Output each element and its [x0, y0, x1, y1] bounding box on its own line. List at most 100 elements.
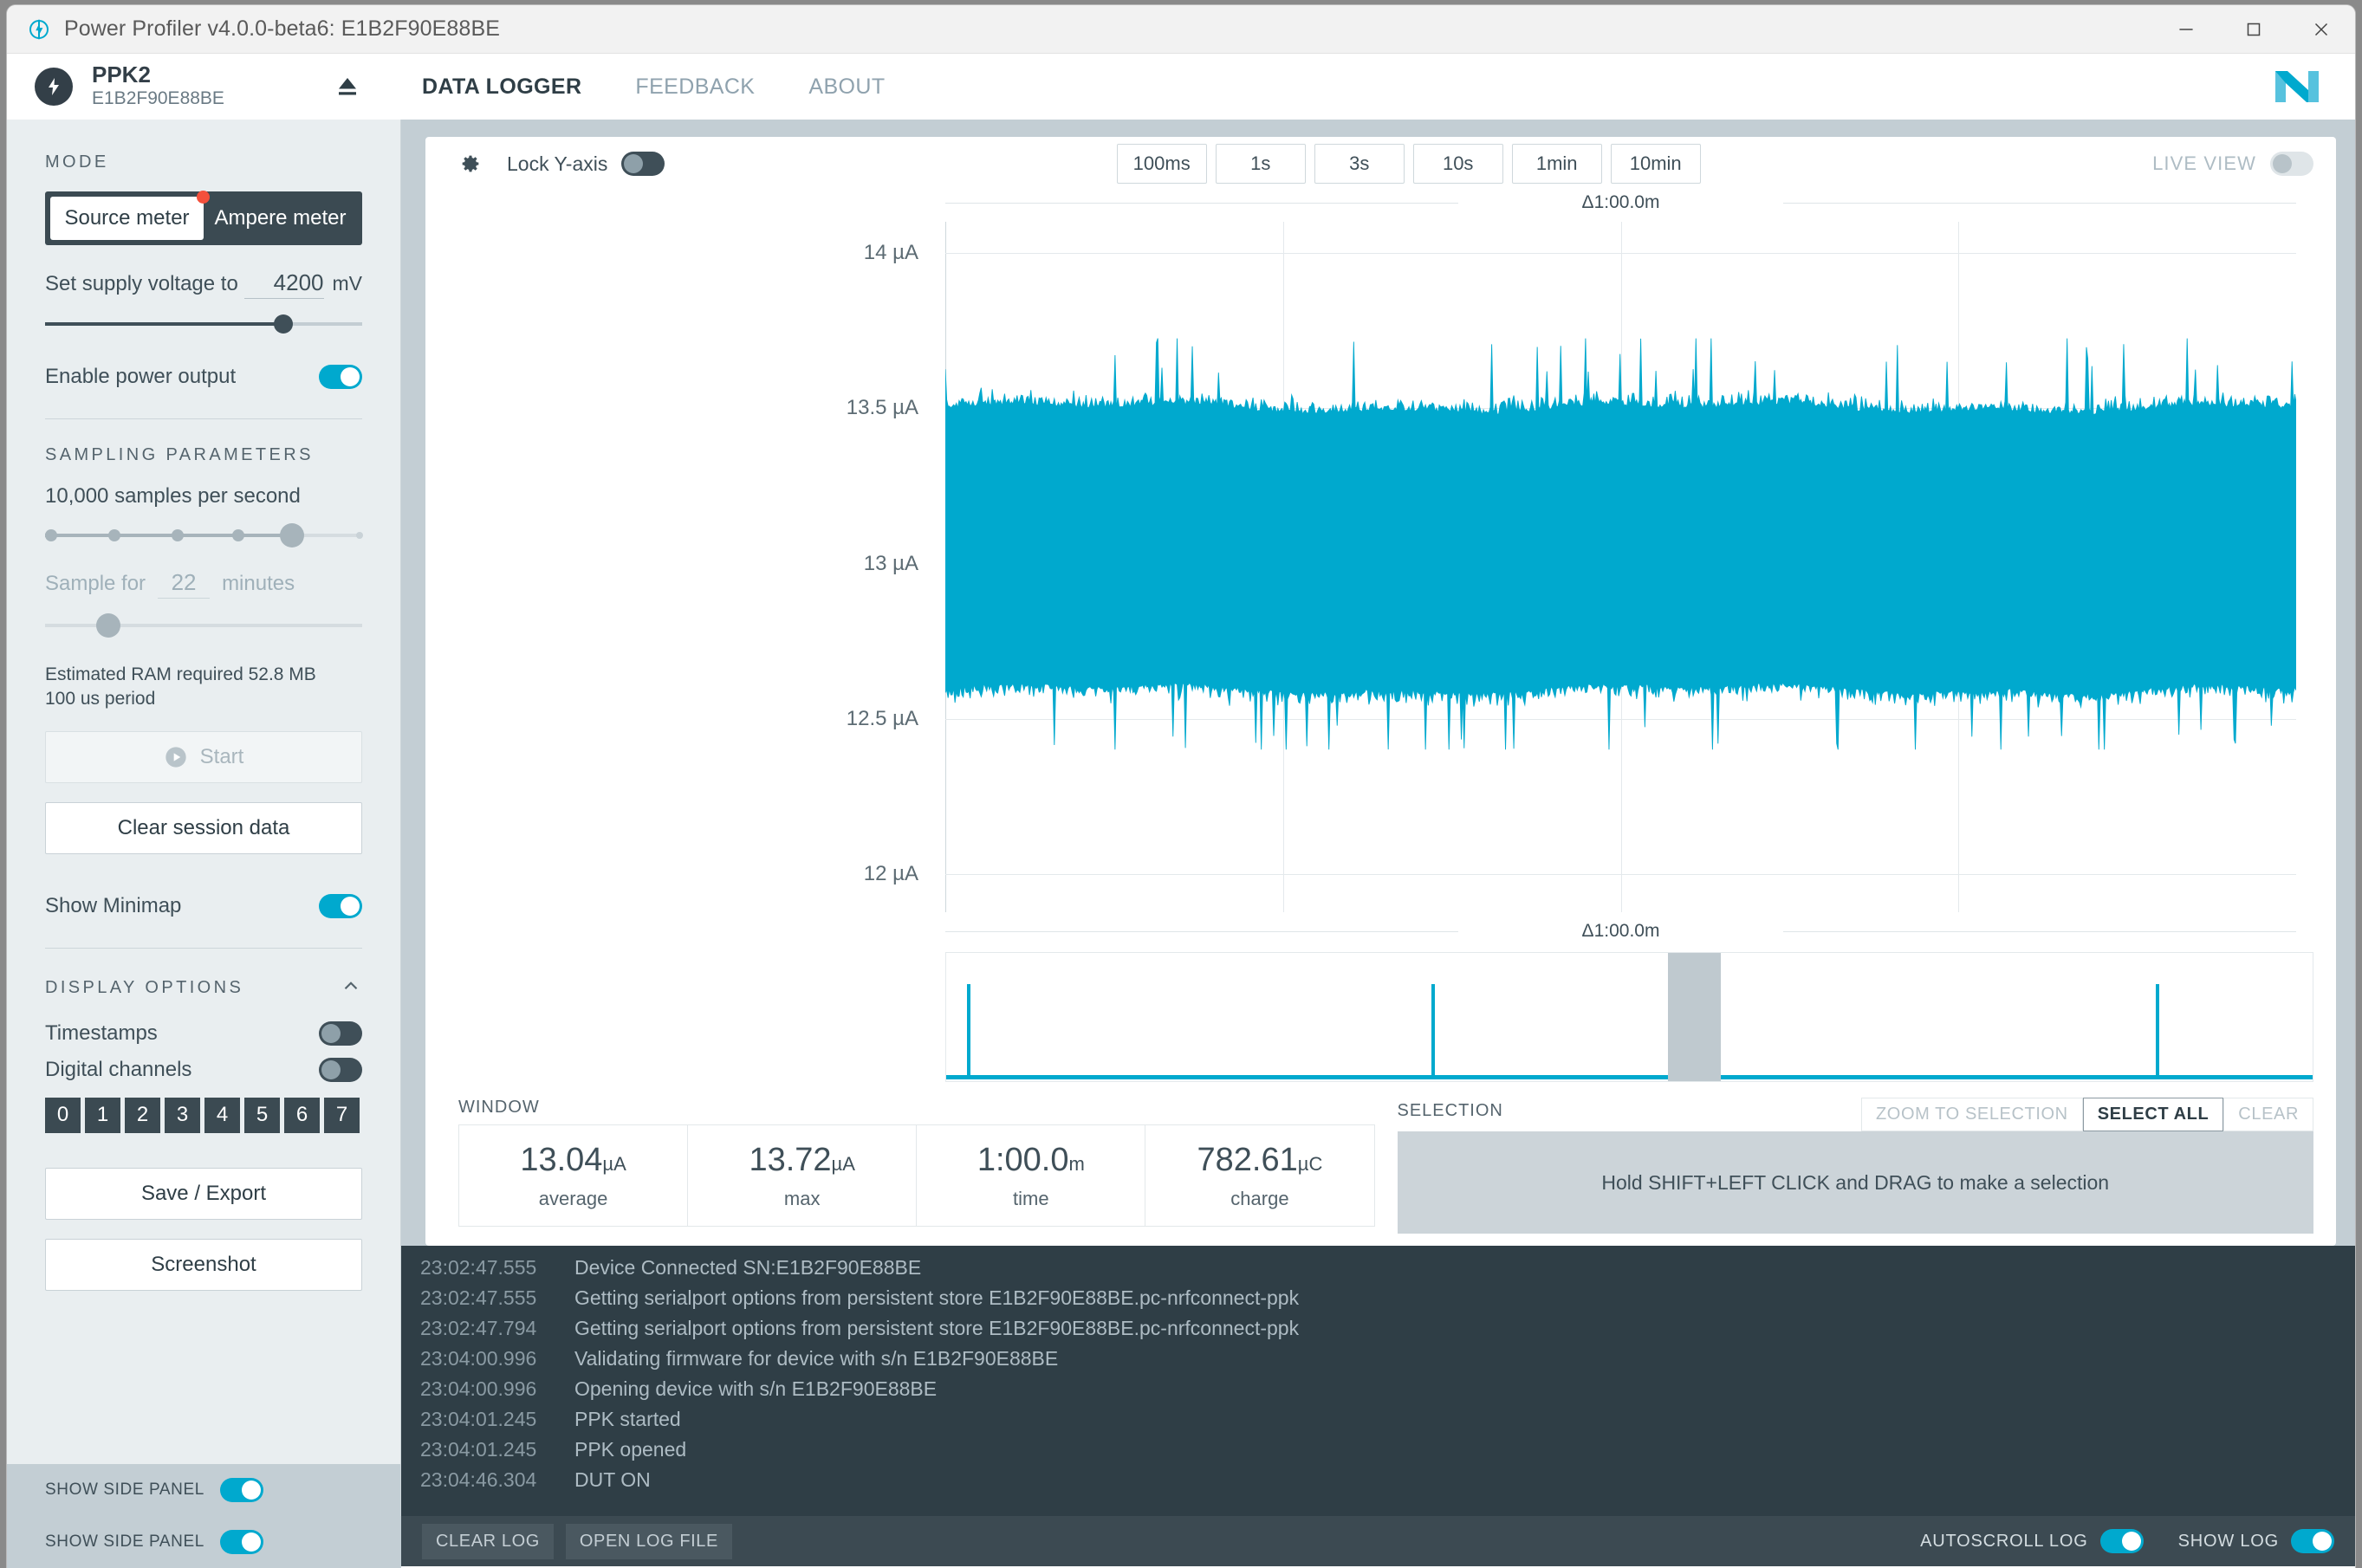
range-button-10s[interactable]: 10s	[1412, 144, 1503, 184]
lock-y-axis-toggle[interactable]	[621, 152, 665, 176]
slider-knob[interactable]	[273, 314, 293, 334]
digital-channel-7[interactable]: 7	[324, 1097, 360, 1133]
chart-bottom-span-label: Δ1:00.0m	[945, 921, 2296, 942]
range-button-3s[interactable]: 3s	[1314, 144, 1405, 184]
show-side-panel-toggle-bottom[interactable]	[219, 1530, 263, 1554]
supply-voltage-slider[interactable]	[45, 309, 362, 339]
digital-channel-3[interactable]: 3	[165, 1097, 200, 1133]
stat-max-name: max	[783, 1187, 821, 1209]
minimap[interactable]	[945, 952, 2313, 1082]
sample-duration-slider[interactable]	[45, 611, 362, 640]
digital-channel-0[interactable]: 0	[45, 1097, 81, 1133]
selection-buttons: ZOOM TO SELECTION SELECT ALL CLEAR	[1860, 1098, 2313, 1131]
select-all-button[interactable]: SELECT ALL	[2082, 1098, 2224, 1131]
toggle-nub	[321, 1023, 341, 1043]
minimize-icon[interactable]	[2152, 5, 2220, 53]
gear-icon[interactable]	[458, 152, 483, 176]
save-export-button[interactable]: Save / Export	[45, 1167, 362, 1220]
digital-channel-2[interactable]: 2	[125, 1097, 160, 1133]
log-entry-time: 23:04:01.245	[420, 1408, 537, 1430]
mode-ampere-meter-label: Ampere meter	[214, 206, 347, 230]
stat-time: 1:00.0m time	[917, 1125, 1146, 1226]
mode-segmented-control[interactable]: Source meter Ampere meter	[45, 191, 362, 245]
digital-channel-5[interactable]: 5	[244, 1097, 280, 1133]
range-button-100ms[interactable]: 100ms	[1116, 144, 1207, 184]
autoscroll-log-toggle[interactable]	[2099, 1529, 2144, 1553]
y-tick-label: 14 µA	[863, 240, 918, 264]
digital-channel-buttons: 0 1 2 3 4 5 6 7	[45, 1097, 362, 1133]
log-entry: 23:02:47.794 Getting serialport options f…	[401, 1313, 2355, 1344]
show-minimap-toggle[interactable]	[319, 893, 362, 918]
log-panel[interactable]: 23:02:47.555 Device Connected SN:E1B2F90E…	[401, 1246, 2355, 1516]
app-icon	[26, 16, 52, 42]
clear-log-button[interactable]: CLEAR LOG	[422, 1523, 554, 1559]
main-body: MODE Source meter Ampere meter Set suppl…	[7, 120, 2355, 1516]
sample-duration-input[interactable]: 22	[158, 569, 211, 599]
show-log-toggle[interactable]	[2291, 1529, 2334, 1553]
enable-power-output-toggle[interactable]	[319, 365, 362, 389]
timestamps-toggle[interactable]	[319, 1020, 362, 1046]
slider-tick	[108, 529, 121, 541]
device-info: PPK2 E1B2F90E88BE	[92, 62, 224, 110]
signal-band	[945, 338, 2296, 750]
sample-rate-slider[interactable]	[45, 521, 363, 550]
log-entry: 23:04:00.996 Opening device with s/n E1B2…	[401, 1374, 2355, 1404]
range-button-10min[interactable]: 10min	[1610, 144, 1701, 184]
tab-feedback[interactable]: FEEDBACK	[635, 75, 755, 100]
toggle-nub	[321, 1059, 341, 1079]
digital-channel-1[interactable]: 1	[85, 1097, 120, 1133]
live-view-toggle[interactable]	[2270, 152, 2313, 176]
show-log-label: SHOW LOG	[2177, 1531, 2279, 1551]
start-button[interactable]: Start	[45, 730, 362, 783]
y-axis-labels: 14 µA 13.5 µA 13 µA 12.5 µA 12 µA	[711, 222, 932, 912]
open-log-file-button[interactable]: OPEN LOG FILE	[565, 1523, 732, 1559]
digital-channels-toggle[interactable]	[319, 1057, 362, 1082]
stat-value-number: 782.61	[1197, 1141, 1298, 1178]
slider-knob[interactable]	[279, 523, 304, 548]
screenshot-button[interactable]: Screenshot	[45, 1238, 362, 1291]
eject-icon[interactable]	[328, 68, 367, 106]
display-options-section[interactable]: DISPLAY OPTIONS	[45, 975, 362, 1002]
stat-value-unit: µA	[831, 1152, 855, 1175]
log-entry-time: 23:04:00.996	[420, 1377, 537, 1400]
log-entry: 23:04:00.996 Validating firmware for devi…	[401, 1344, 2355, 1374]
tab-about[interactable]: ABOUT	[808, 75, 885, 100]
toggle-nub	[241, 1532, 261, 1552]
maximize-icon[interactable]	[2220, 5, 2287, 53]
clear-selection-button[interactable]: CLEAR	[2223, 1098, 2313, 1131]
stat-time-value: 1:00.0m	[977, 1142, 1085, 1179]
clear-session-data-button[interactable]: Clear session data	[45, 801, 362, 854]
chart-card: Lock Y-axis 100ms 1s 3s 10s 1min 10min L…	[425, 137, 2336, 1246]
stat-value-number: 13.72	[749, 1141, 832, 1178]
stat-value-unit: µC	[1297, 1152, 1323, 1175]
supply-voltage-input[interactable]: 4200	[243, 269, 324, 299]
mode-ampere-meter[interactable]: Ampere meter	[204, 197, 357, 240]
show-side-panel-toggle[interactable]	[219, 1478, 263, 1502]
range-button-1min[interactable]: 1min	[1511, 144, 1602, 184]
timestamps-label: Timestamps	[45, 1020, 158, 1045]
chevron-up-icon[interactable]	[340, 975, 362, 1002]
minimap-selection-window[interactable]	[1667, 953, 1722, 1081]
ram-required-text: Estimated RAM required 52.8 MB	[45, 664, 316, 684]
supply-voltage-row: Set supply voltage to 4200 mV	[45, 269, 362, 299]
autoscroll-log-label: AUTOSCROLL LOG	[1920, 1531, 2088, 1551]
slider-tick	[45, 529, 57, 541]
digital-channel-6[interactable]: 6	[284, 1097, 320, 1133]
tab-data-logger[interactable]: DATA LOGGER	[422, 75, 581, 100]
log-entry-message: Opening device with s/n E1B2F90E88BE	[574, 1377, 938, 1400]
divider	[45, 947, 362, 949]
slider-tick	[231, 529, 244, 541]
start-button-content: Start	[46, 745, 361, 769]
log-entry-time: 23:02:47.794	[420, 1317, 537, 1339]
slider-knob[interactable]	[95, 613, 120, 638]
zoom-to-selection-button[interactable]: ZOOM TO SELECTION	[1860, 1098, 2083, 1131]
close-icon[interactable]	[2287, 5, 2355, 53]
log-entry-message: Getting serialport options from persiste…	[574, 1317, 1300, 1339]
display-options-title: DISPLAY OPTIONS	[45, 978, 244, 998]
range-button-1s[interactable]: 1s	[1215, 144, 1306, 184]
supply-voltage-label: Set supply voltage to	[45, 272, 238, 295]
digital-channel-4[interactable]: 4	[204, 1097, 240, 1133]
mode-source-meter[interactable]: Source meter	[50, 191, 210, 240]
current-chart-plot[interactable]	[945, 222, 2296, 912]
chart-top-span-label: Δ1:00.0m	[945, 192, 2296, 213]
